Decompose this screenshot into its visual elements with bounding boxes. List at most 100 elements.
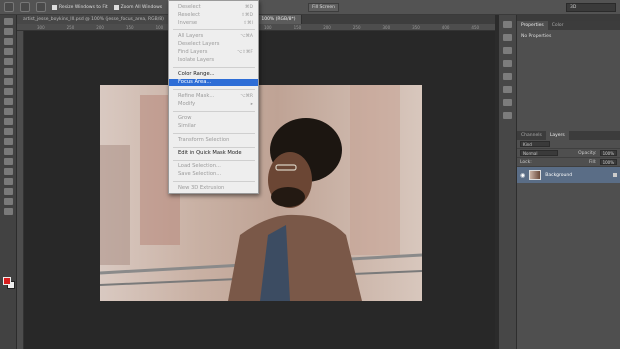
- right-dock: Properties Color No Properties Channels …: [499, 15, 620, 349]
- menu-item-label: Find Layers: [178, 49, 208, 55]
- menu-item-find-layers[interactable]: Find Layers ⌥⇧⌘F: [169, 49, 258, 56]
- menu-item-refine-mask[interactable]: Refine Mask... ⌥⌘R: [169, 93, 258, 100]
- fill-field[interactable]: 100%: [599, 159, 617, 165]
- menu-item-all-layers[interactable]: All Layers ⌥⌘A: [169, 33, 258, 40]
- healing-tool-icon[interactable]: [3, 78, 13, 85]
- workspace-select[interactable]: 3D: [566, 3, 616, 12]
- move-tool-icon[interactable]: [3, 18, 13, 25]
- quick-select-tool-icon[interactable]: [3, 48, 13, 55]
- menu-item-label: Deselect: [178, 4, 201, 10]
- menu-item-shortcut: ⇧⌘I: [243, 21, 253, 26]
- styles-icon[interactable]: [503, 60, 512, 67]
- zoom-in-icon[interactable]: [20, 2, 30, 12]
- menu-item-quick-mask[interactable]: Edit in Quick Mask Mode: [169, 150, 258, 157]
- ruler-label: 250: [352, 24, 361, 30]
- zoom-tool-icon[interactable]: [4, 2, 14, 12]
- menu-item-grow[interactable]: Grow: [169, 115, 258, 122]
- properties-panel: Properties Color No Properties: [517, 21, 620, 136]
- coat-shape: [228, 214, 362, 301]
- layer-row[interactable]: ◉ Background: [517, 167, 620, 183]
- ruler-label: 250: [66, 24, 75, 30]
- fill-screen-button[interactable]: Fill Screen: [308, 2, 340, 12]
- building-shape: [100, 145, 130, 265]
- resize-windows-checkbox[interactable]: Resize Windows to Fit: [52, 4, 108, 10]
- adjustments-icon[interactable]: [503, 47, 512, 54]
- menu-separator: [173, 160, 255, 161]
- tab-layers[interactable]: Layers: [545, 131, 569, 140]
- paragraph-icon[interactable]: [503, 86, 512, 93]
- menu-item-color-range[interactable]: Color Range...: [169, 71, 258, 78]
- brush-tool-icon[interactable]: [3, 88, 13, 95]
- crop-tool-icon[interactable]: [3, 58, 13, 65]
- dodge-tool-icon[interactable]: [3, 148, 13, 155]
- swatches-icon[interactable]: [503, 73, 512, 80]
- menu-item-modify[interactable]: Modify ▸: [169, 101, 258, 108]
- menu-item-deselect[interactable]: Deselect ⌘D: [169, 4, 258, 11]
- menu-item-label: Transform Selection: [178, 137, 230, 143]
- character-icon[interactable]: [503, 99, 512, 106]
- panel-icon-strip: [499, 15, 517, 349]
- lock-label: Lock:: [520, 159, 532, 165]
- zoom-all-checkbox[interactable]: Zoom All Windows: [113, 4, 162, 10]
- info-icon[interactable]: [503, 112, 512, 119]
- actions-icon[interactable]: [503, 34, 512, 41]
- kind-filter-select[interactable]: Kind: [520, 141, 550, 147]
- tab-color[interactable]: Color: [548, 21, 568, 30]
- stamp-tool-icon[interactable]: [3, 98, 13, 105]
- submenu-arrow-icon: ▸: [250, 102, 253, 107]
- gradient-tool-icon[interactable]: [3, 128, 13, 135]
- menu-separator: [173, 67, 255, 68]
- menu-item-isolate-layers[interactable]: Isolate Layers: [169, 57, 258, 64]
- blur-tool-icon[interactable]: [3, 138, 13, 145]
- blend-mode-select[interactable]: Normal: [520, 150, 558, 156]
- building-shape: [350, 85, 400, 255]
- layers-panel: Channels Layers Kind Normal Opacity: 100…: [517, 131, 620, 349]
- menu-item-label: Modify: [178, 101, 196, 107]
- menu-item-shortcut: ⇧⌘D: [241, 13, 253, 18]
- pen-tool-icon[interactable]: [3, 158, 13, 165]
- menu-item-similar[interactable]: Similar: [169, 123, 258, 130]
- menu-separator: [173, 133, 255, 134]
- type-tool-icon[interactable]: [3, 168, 13, 175]
- path-select-tool-icon[interactable]: [3, 178, 13, 185]
- lock-icon: [613, 173, 617, 177]
- marquee-tool-icon[interactable]: [3, 28, 13, 35]
- menu-item-load-selection[interactable]: Load Selection...: [169, 163, 258, 170]
- menu-item-shortcut: ⌥⌘A: [240, 34, 253, 39]
- document-tab[interactable]: artist_jesse_boykins_III.psd @ 100% (jes…: [17, 15, 171, 24]
- menu-item-transform-selection[interactable]: Transform Selection: [169, 137, 258, 144]
- eyedropper-tool-icon[interactable]: [3, 68, 13, 75]
- menu-item-save-selection[interactable]: Save Selection...: [169, 171, 258, 178]
- shape-tool-icon[interactable]: [3, 188, 13, 195]
- menu-item-label: New 3D Extrusion: [178, 185, 225, 191]
- menu-item-inverse[interactable]: Inverse ⇧⌘I: [169, 20, 258, 27]
- history-icon[interactable]: [503, 21, 512, 28]
- menu-item-label: Save Selection...: [178, 171, 222, 177]
- ruler-label: 300: [382, 24, 391, 30]
- menu-item-deselect-layers[interactable]: Deselect Layers: [169, 41, 258, 48]
- tab-channels[interactable]: Channels: [517, 131, 546, 140]
- hand-tool-icon[interactable]: [3, 198, 13, 205]
- menu-separator: [173, 181, 255, 182]
- menu-item-focus-area[interactable]: Focus Area...: [169, 79, 258, 86]
- checkbox-icon: [113, 4, 119, 10]
- eraser-tool-icon[interactable]: [3, 118, 13, 125]
- tab-properties[interactable]: Properties: [517, 21, 548, 30]
- menu-item-label: Similar: [178, 123, 196, 129]
- menu-item-reselect[interactable]: Reselect ⇧⌘D: [169, 12, 258, 19]
- opacity-field[interactable]: 100%: [599, 150, 617, 156]
- eye-icon[interactable]: ◉: [520, 172, 525, 179]
- history-brush-tool-icon[interactable]: [3, 108, 13, 115]
- beard-shape: [271, 187, 305, 207]
- zoom-tool-icon[interactable]: [3, 208, 13, 215]
- menu-item-label: Reselect: [178, 12, 200, 18]
- tools-panel: [0, 15, 17, 349]
- ruler-label: 300: [37, 24, 45, 30]
- zoom-out-icon[interactable]: [36, 2, 46, 12]
- foreground-color-swatch[interactable]: [3, 277, 11, 285]
- document-tab-active[interactable]: 100% (RGB/8*): [255, 15, 303, 24]
- document-image[interactable]: [100, 85, 422, 301]
- menu-item-label: Isolate Layers: [178, 57, 215, 63]
- menu-item-new-3d-extrusion[interactable]: New 3D Extrusion: [169, 185, 258, 192]
- lasso-tool-icon[interactable]: [3, 38, 13, 45]
